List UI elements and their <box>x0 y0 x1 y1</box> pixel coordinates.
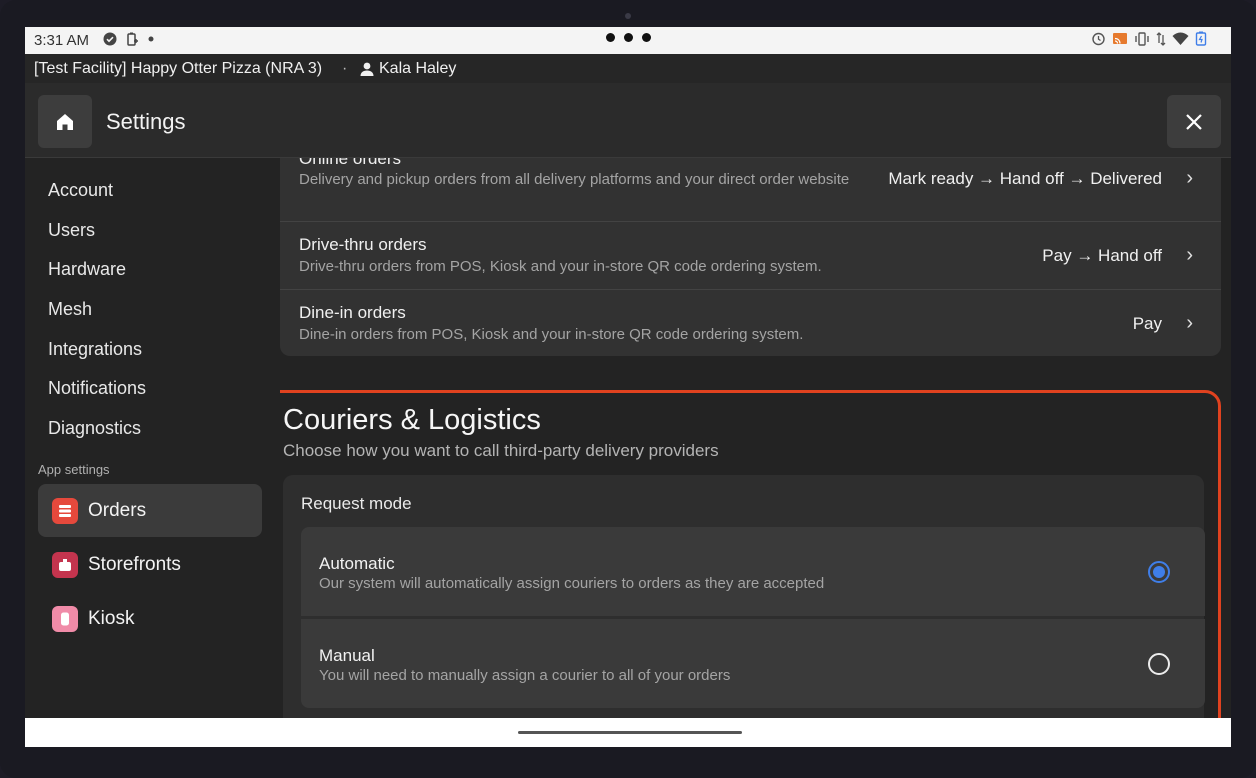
order-type-description: Dine-in orders from POS, Kiosk and your … <box>299 326 804 343</box>
order-type-description: Drive-thru orders from POS, Kiosk and yo… <box>299 258 822 275</box>
order-type-row-dine-in[interactable]: Dine-in orders Dine-in orders from POS, … <box>280 289 1221 356</box>
status-time: 3:31 AM <box>34 32 90 49</box>
radio-automatic[interactable] <box>1148 561 1170 583</box>
close-button[interactable] <box>1167 95 1221 148</box>
request-mode-option-manual[interactable]: Manual You will need to manually assign … <box>301 619 1205 708</box>
sidebar-item-hardware[interactable]: Hardware <box>48 259 126 280</box>
sidebar-app-orders[interactable]: Orders <box>38 484 262 537</box>
sidebar-app-kiosk[interactable]: Kiosk <box>38 592 262 645</box>
order-type-description: Delivery and pickup orders from all deli… <box>299 171 850 188</box>
current-user: Kala Haley <box>359 60 456 78</box>
sidebar-item-diagnostics[interactable]: Diagnostics <box>48 418 141 439</box>
sidebar-item-users[interactable]: Users <box>48 220 95 241</box>
option-description: You will need to manually assign a couri… <box>319 667 731 684</box>
battery-icon <box>1195 31 1207 46</box>
close-icon <box>1186 113 1202 130</box>
sidebar-app-label: Orders <box>88 499 147 521</box>
order-type-row-drive-thru[interactable]: Drive-thru orders Drive-thru orders from… <box>280 221 1221 290</box>
chevron-right-icon: › <box>1186 312 1193 334</box>
order-type-title: Dine-in orders <box>299 303 406 322</box>
facility-name: [Test Facility] Happy Otter Pizza (NRA 3… <box>34 60 323 77</box>
order-type-row-online[interactable]: Online orders Delivery and pickup orders… <box>280 158 1221 222</box>
user-icon <box>360 62 374 76</box>
request-mode-card: Request mode Automatic Our system will a… <box>283 475 1205 718</box>
more-dots-icon[interactable] <box>606 33 651 42</box>
sidebar-item-notifications[interactable]: Notifications <box>48 378 146 399</box>
sidebar-app-label: Storefronts <box>88 553 181 575</box>
settings-header: Settings <box>25 83 1231 158</box>
sidebar-app-label: Kiosk <box>88 607 135 629</box>
wifi-icon <box>1172 32 1189 45</box>
option-description: Our system will automatically assign cou… <box>319 575 825 592</box>
kiosk-app-icon <box>52 605 78 632</box>
settings-main: Online orders Delivery and pickup orders… <box>280 158 1231 718</box>
section-title: Couriers & Logistics <box>283 404 541 436</box>
cast-icon <box>1113 32 1127 44</box>
vibrate-icon <box>1135 31 1149 46</box>
facility-separator: · <box>342 60 348 77</box>
orders-app-icon <box>52 497 78 524</box>
order-type-flow: Mark ready → Hand off → Delivered <box>888 169 1162 188</box>
sidebar-item-integrations[interactable]: Integrations <box>48 339 142 360</box>
storefronts-app-icon <box>52 551 78 578</box>
screen: 3:31 AM [Test Facility] Happy Otter Pizz… <box>25 27 1231 747</box>
request-mode-option-automatic[interactable]: Automatic Our system will automatically … <box>301 527 1205 616</box>
system-nav-bar <box>25 718 1231 747</box>
page-title: Settings <box>106 109 186 134</box>
request-mode-label: Request mode <box>301 494 412 513</box>
order-type-flow: Pay → Hand off <box>1042 246 1162 265</box>
order-types-card: Online orders Delivery and pickup orders… <box>280 158 1221 356</box>
status-bar: 3:31 AM <box>25 27 1231 54</box>
facility-bar: [Test Facility] Happy Otter Pizza (NRA 3… <box>25 54 1231 83</box>
battery-saver-icon <box>127 32 138 46</box>
user-name: Kala Haley <box>379 60 457 77</box>
couriers-logistics-section: Couriers & Logistics Choose how you want… <box>280 390 1221 718</box>
sidebar-item-mesh[interactable]: Mesh <box>48 299 92 320</box>
camera-dot <box>625 13 631 19</box>
app-settings-section-label: App settings <box>38 462 110 477</box>
option-title: Automatic <box>319 554 395 573</box>
settings-sidebar: Account Users Hardware Mesh Integrations… <box>25 158 280 718</box>
home-icon <box>57 113 73 130</box>
alarm-icon <box>1092 32 1105 46</box>
order-type-flow: Pay <box>1132 314 1162 333</box>
sidebar-app-storefronts[interactable]: Storefronts <box>38 538 262 591</box>
home-gesture-handle[interactable] <box>518 731 742 734</box>
data-arrows-icon <box>1156 31 1166 46</box>
check-circle-icon <box>103 32 117 46</box>
sidebar-item-account[interactable]: Account <box>48 180 113 201</box>
order-type-title: Online orders <box>299 158 402 168</box>
option-title: Manual <box>319 646 375 665</box>
order-type-title: Drive-thru orders <box>299 235 427 254</box>
section-subtitle: Choose how you want to call third-party … <box>283 441 719 460</box>
dot-icon <box>148 36 154 42</box>
chevron-right-icon: › <box>1186 244 1193 266</box>
home-button[interactable] <box>38 95 92 148</box>
radio-manual[interactable] <box>1148 653 1170 675</box>
chevron-right-icon: › <box>1186 167 1193 189</box>
